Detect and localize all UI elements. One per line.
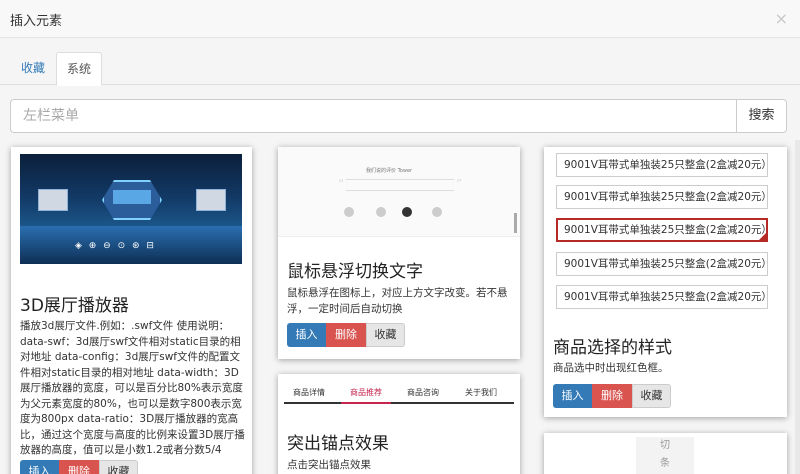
card-description: 鼠标悬浮在图标上，对应上方文字改变。若不悬浮，一定时间后自动切换	[287, 287, 508, 315]
insert-button[interactable]: 插入	[287, 323, 326, 347]
dialog-title: 插入元素	[10, 14, 63, 29]
3d-hall-preview-image: ◈ ⊕ ⊖ ⊙ ⊛ ⊟	[20, 154, 242, 264]
delete-button[interactable]: 删除	[592, 384, 632, 408]
preview-caption: 我们说的评价 Tower	[366, 168, 413, 174]
card-description: 商品选中时出现红色框。	[553, 362, 669, 374]
dialog-scrollbar[interactable]	[795, 140, 800, 474]
card-preview: 切 条	[636, 437, 694, 474]
tab-system[interactable]: 系统	[56, 52, 103, 86]
favorite-button[interactable]: 收藏	[632, 384, 671, 408]
card-title: 3D展厅播放器	[20, 296, 129, 316]
card-title: 突出锚点效果	[287, 434, 389, 454]
anchor-tab[interactable]: 商品咨询	[398, 384, 448, 404]
dialog-header: 插入元素 ×	[0, 0, 800, 38]
delete-button[interactable]: 删除	[59, 460, 99, 474]
avatar	[432, 207, 442, 217]
card-anchor-highlight: 商品详情 商品推荐 商品咨询 关于我们 突出锚点效果 点击突出锚点效果	[278, 374, 520, 474]
favorite-button[interactable]: 收藏	[99, 460, 138, 474]
card-partial: 切 条	[544, 433, 787, 474]
card-description: 播放3d展厅文件.例如：.swf文件 使用说明：data-swf：3d展厅swf…	[20, 320, 245, 456]
product-option[interactable]: 9001V耳带式单独装25只整盒(2盒减20元）	[556, 185, 768, 209]
search-button[interactable]: 搜索	[736, 99, 787, 133]
product-option-selected[interactable]: 9001V耳带式单独装25只整盒(2盒减20元）	[556, 218, 768, 242]
search-input[interactable]	[10, 99, 737, 133]
avatar	[376, 207, 386, 217]
avatar	[402, 207, 412, 217]
product-option[interactable]: 9001V耳带式单独装25只整盒(2盒减20元）	[556, 252, 768, 276]
card-title: 鼠标悬浮切换文字	[287, 262, 423, 282]
player-controls-icon: ◈ ⊕ ⊖ ⊙ ⊛ ⊟	[75, 241, 156, 251]
tab-bar: 收藏 系统	[0, 52, 800, 86]
card-product-selection: 9001V耳带式单独装25只整盒(2盒减20元） 9001V耳带式单独装25只整…	[544, 147, 787, 417]
product-option[interactable]: 9001V耳带式单独装25只整盒(2盒减20元）	[556, 285, 768, 309]
preview-scrollbar	[514, 213, 517, 233]
insert-button[interactable]: 插入	[553, 384, 592, 408]
anchor-tab[interactable]: 关于我们	[456, 384, 506, 404]
close-icon[interactable]: ×	[775, 9, 788, 28]
anchor-tab[interactable]: 商品详情	[284, 384, 334, 404]
insert-element-dialog: 插入元素 × 收藏 系统 搜索 ◈ ⊕ ⊖ ⊙ ⊛ ⊟ 3D展厅播放器 播放3d…	[0, 0, 800, 474]
insert-button[interactable]: 插入	[20, 460, 59, 474]
product-option[interactable]: 9001V耳带式单独装25只整盒(2盒减20元）	[556, 153, 768, 177]
card-hover-switch-text: 我们说的评价 Tower “ ” 鼠标悬浮切换文字 鼠标悬浮在图标上，对应上方文…	[278, 147, 520, 359]
card-title: 商品选择的样式	[553, 338, 672, 358]
anchor-nav: 商品详情 商品推荐 商品咨询 关于我们	[284, 384, 514, 404]
card-3d-hall-player: ◈ ⊕ ⊖ ⊙ ⊛ ⊟ 3D展厅播放器 播放3d展厅文件.例如：.swf文件 使…	[11, 147, 252, 474]
hover-preview-image: 我们说的评价 Tower “ ”	[278, 147, 520, 237]
favorite-button[interactable]: 收藏	[366, 323, 405, 347]
avatar	[344, 207, 354, 217]
tab-favorites[interactable]: 收藏	[11, 52, 55, 85]
delete-button[interactable]: 删除	[326, 323, 366, 347]
card-description: 点击突出锚点效果	[287, 459, 371, 471]
anchor-tab-active[interactable]: 商品推荐	[341, 384, 391, 404]
